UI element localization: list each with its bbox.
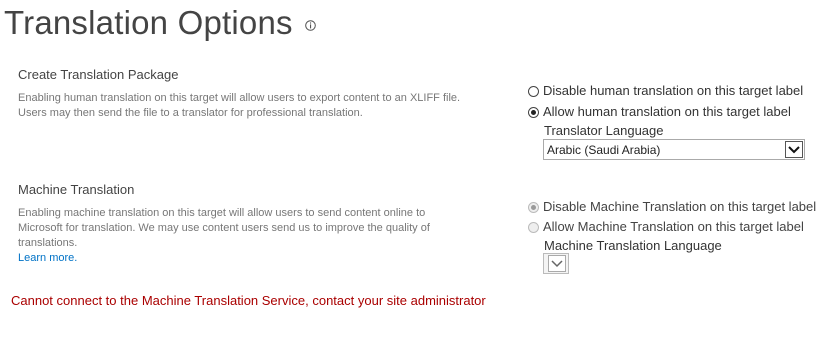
description-line: Users may then send the file to a transl…: [18, 107, 363, 119]
machine-section-description: Enabling machine translation on this tar…: [18, 206, 488, 266]
allow-machine-translation-option[interactable]: Allow Machine Translation on this target…: [528, 219, 804, 235]
disable-human-translation-label[interactable]: Disable human translation on this target…: [543, 83, 803, 99]
page-title: Translation Options: [4, 4, 293, 41]
description-line: translations.: [18, 237, 78, 249]
allow-human-translation-radio[interactable]: [528, 106, 539, 118]
error-message: Cannot connect to the Machine Translatio…: [11, 293, 486, 308]
allow-machine-translation-label[interactable]: Allow Machine Translation on this target…: [543, 219, 804, 235]
chevron-down-icon[interactable]: [785, 141, 803, 158]
allow-human-translation-label[interactable]: Allow human translation on this target l…: [543, 104, 791, 120]
translator-language-label: Translator Language: [544, 123, 664, 138]
disable-human-translation-option[interactable]: Disable human translation on this target…: [528, 83, 803, 99]
disable-human-translation-radio[interactable]: [528, 85, 539, 97]
learn-more-link[interactable]: Learn more.: [18, 251, 488, 266]
description-line: Microsoft for translation. We may use co…: [18, 222, 430, 234]
package-section-title: Create Translation Package: [18, 67, 179, 82]
disable-machine-translation-option[interactable]: Disable Machine Translation on this targ…: [528, 199, 816, 215]
info-icon[interactable]: [305, 20, 316, 31]
package-section-description: Enabling human translation on this targe…: [18, 91, 488, 121]
machine-translation-language-select[interactable]: [543, 253, 569, 274]
translator-language-value: Arabic (Saudi Arabia): [547, 143, 661, 157]
description-line: Enabling machine translation on this tar…: [18, 207, 426, 219]
chevron-down-icon[interactable]: [548, 255, 566, 272]
machine-section-title: Machine Translation: [18, 182, 135, 197]
translator-language-select[interactable]: Arabic (Saudi Arabia): [543, 139, 805, 160]
disable-machine-translation-radio[interactable]: [528, 201, 539, 213]
disable-machine-translation-label[interactable]: Disable Machine Translation on this targ…: [543, 199, 816, 215]
allow-human-translation-option[interactable]: Allow human translation on this target l…: [528, 104, 791, 120]
allow-machine-translation-radio[interactable]: [528, 221, 539, 233]
machine-translation-language-label: Machine Translation Language: [544, 238, 722, 253]
description-line: Enabling human translation on this targe…: [18, 92, 461, 104]
